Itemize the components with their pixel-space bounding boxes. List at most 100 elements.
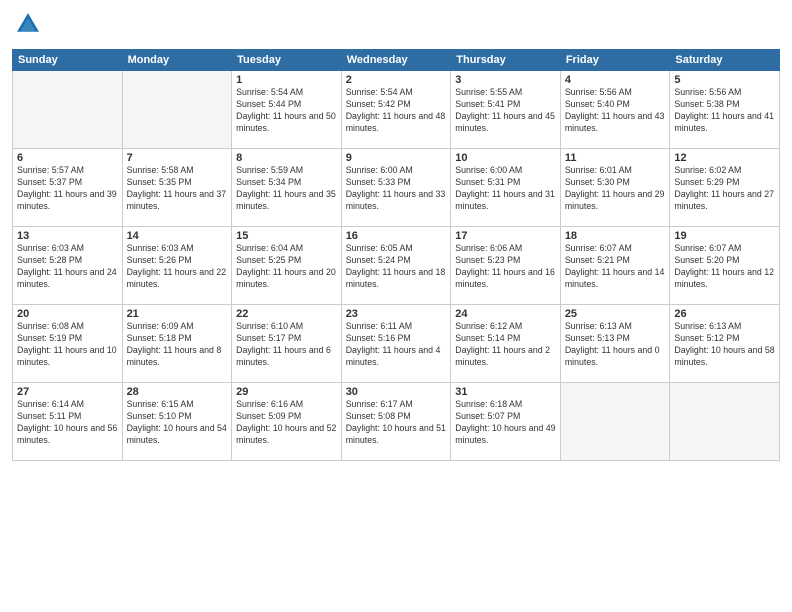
weekday-thursday: Thursday (451, 50, 561, 71)
week-row-5: 27Sunrise: 6:14 AMSunset: 5:11 PMDayligh… (13, 383, 780, 461)
weekday-friday: Friday (560, 50, 670, 71)
calendar-cell (122, 71, 232, 149)
calendar-cell: 8Sunrise: 5:59 AMSunset: 5:34 PMDaylight… (232, 149, 342, 227)
week-row-2: 6Sunrise: 5:57 AMSunset: 5:37 PMDaylight… (13, 149, 780, 227)
calendar-cell: 11Sunrise: 6:01 AMSunset: 5:30 PMDayligh… (560, 149, 670, 227)
calendar-cell: 29Sunrise: 6:16 AMSunset: 5:09 PMDayligh… (232, 383, 342, 461)
day-number: 8 (236, 152, 337, 164)
day-number: 24 (455, 308, 556, 320)
day-number: 2 (346, 74, 447, 86)
calendar-cell: 24Sunrise: 6:12 AMSunset: 5:14 PMDayligh… (451, 305, 561, 383)
day-number: 29 (236, 386, 337, 398)
day-info: Sunrise: 5:56 AMSunset: 5:38 PMDaylight:… (674, 87, 775, 135)
day-info: Sunrise: 6:01 AMSunset: 5:30 PMDaylight:… (565, 165, 666, 213)
calendar-cell: 15Sunrise: 6:04 AMSunset: 5:25 PMDayligh… (232, 227, 342, 305)
day-number: 6 (17, 152, 118, 164)
calendar-cell: 22Sunrise: 6:10 AMSunset: 5:17 PMDayligh… (232, 305, 342, 383)
calendar-cell: 2Sunrise: 5:54 AMSunset: 5:42 PMDaylight… (341, 71, 451, 149)
day-info: Sunrise: 6:03 AMSunset: 5:26 PMDaylight:… (127, 243, 228, 291)
day-info: Sunrise: 6:00 AMSunset: 5:33 PMDaylight:… (346, 165, 447, 213)
day-number: 12 (674, 152, 775, 164)
calendar-cell: 21Sunrise: 6:09 AMSunset: 5:18 PMDayligh… (122, 305, 232, 383)
day-number: 11 (565, 152, 666, 164)
day-number: 15 (236, 230, 337, 242)
day-number: 18 (565, 230, 666, 242)
weekday-monday: Monday (122, 50, 232, 71)
week-row-4: 20Sunrise: 6:08 AMSunset: 5:19 PMDayligh… (13, 305, 780, 383)
calendar-cell: 31Sunrise: 6:18 AMSunset: 5:07 PMDayligh… (451, 383, 561, 461)
logo-icon (14, 10, 42, 38)
day-number: 28 (127, 386, 228, 398)
weekday-header-row: SundayMondayTuesdayWednesdayThursdayFrid… (13, 50, 780, 71)
day-number: 14 (127, 230, 228, 242)
day-info: Sunrise: 6:00 AMSunset: 5:31 PMDaylight:… (455, 165, 556, 213)
day-info: Sunrise: 6:16 AMSunset: 5:09 PMDaylight:… (236, 399, 337, 447)
day-number: 22 (236, 308, 337, 320)
calendar-cell: 13Sunrise: 6:03 AMSunset: 5:28 PMDayligh… (13, 227, 123, 305)
day-info: Sunrise: 6:06 AMSunset: 5:23 PMDaylight:… (455, 243, 556, 291)
day-info: Sunrise: 5:59 AMSunset: 5:34 PMDaylight:… (236, 165, 337, 213)
calendar-cell: 5Sunrise: 5:56 AMSunset: 5:38 PMDaylight… (670, 71, 780, 149)
calendar-cell: 20Sunrise: 6:08 AMSunset: 5:19 PMDayligh… (13, 305, 123, 383)
day-number: 23 (346, 308, 447, 320)
day-info: Sunrise: 6:13 AMSunset: 5:12 PMDaylight:… (674, 321, 775, 369)
day-info: Sunrise: 6:07 AMSunset: 5:21 PMDaylight:… (565, 243, 666, 291)
header (12, 10, 780, 43)
weekday-tuesday: Tuesday (232, 50, 342, 71)
day-info: Sunrise: 6:15 AMSunset: 5:10 PMDaylight:… (127, 399, 228, 447)
day-info: Sunrise: 6:07 AMSunset: 5:20 PMDaylight:… (674, 243, 775, 291)
calendar-cell: 12Sunrise: 6:02 AMSunset: 5:29 PMDayligh… (670, 149, 780, 227)
day-info: Sunrise: 6:04 AMSunset: 5:25 PMDaylight:… (236, 243, 337, 291)
day-info: Sunrise: 6:05 AMSunset: 5:24 PMDaylight:… (346, 243, 447, 291)
weekday-wednesday: Wednesday (341, 50, 451, 71)
calendar-cell: 10Sunrise: 6:00 AMSunset: 5:31 PMDayligh… (451, 149, 561, 227)
logo (12, 10, 42, 43)
calendar-cell: 19Sunrise: 6:07 AMSunset: 5:20 PMDayligh… (670, 227, 780, 305)
calendar-table: SundayMondayTuesdayWednesdayThursdayFrid… (12, 49, 780, 461)
day-number: 1 (236, 74, 337, 86)
calendar-cell: 25Sunrise: 6:13 AMSunset: 5:13 PMDayligh… (560, 305, 670, 383)
day-number: 13 (17, 230, 118, 242)
calendar-cell: 30Sunrise: 6:17 AMSunset: 5:08 PMDayligh… (341, 383, 451, 461)
calendar-cell: 27Sunrise: 6:14 AMSunset: 5:11 PMDayligh… (13, 383, 123, 461)
day-info: Sunrise: 6:03 AMSunset: 5:28 PMDaylight:… (17, 243, 118, 291)
calendar-cell (670, 383, 780, 461)
day-info: Sunrise: 6:08 AMSunset: 5:19 PMDaylight:… (17, 321, 118, 369)
day-number: 3 (455, 74, 556, 86)
day-number: 19 (674, 230, 775, 242)
day-info: Sunrise: 5:58 AMSunset: 5:35 PMDaylight:… (127, 165, 228, 213)
day-info: Sunrise: 5:56 AMSunset: 5:40 PMDaylight:… (565, 87, 666, 135)
day-number: 7 (127, 152, 228, 164)
day-number: 17 (455, 230, 556, 242)
day-info: Sunrise: 6:12 AMSunset: 5:14 PMDaylight:… (455, 321, 556, 369)
weekday-saturday: Saturday (670, 50, 780, 71)
day-info: Sunrise: 6:17 AMSunset: 5:08 PMDaylight:… (346, 399, 447, 447)
day-info: Sunrise: 5:54 AMSunset: 5:42 PMDaylight:… (346, 87, 447, 135)
day-number: 5 (674, 74, 775, 86)
calendar-cell: 7Sunrise: 5:58 AMSunset: 5:35 PMDaylight… (122, 149, 232, 227)
calendar-cell: 6Sunrise: 5:57 AMSunset: 5:37 PMDaylight… (13, 149, 123, 227)
day-info: Sunrise: 6:14 AMSunset: 5:11 PMDaylight:… (17, 399, 118, 447)
day-info: Sunrise: 6:11 AMSunset: 5:16 PMDaylight:… (346, 321, 447, 369)
day-info: Sunrise: 6:13 AMSunset: 5:13 PMDaylight:… (565, 321, 666, 369)
day-number: 4 (565, 74, 666, 86)
calendar-cell: 9Sunrise: 6:00 AMSunset: 5:33 PMDaylight… (341, 149, 451, 227)
day-number: 16 (346, 230, 447, 242)
day-number: 9 (346, 152, 447, 164)
day-number: 31 (455, 386, 556, 398)
calendar-cell: 28Sunrise: 6:15 AMSunset: 5:10 PMDayligh… (122, 383, 232, 461)
week-row-3: 13Sunrise: 6:03 AMSunset: 5:28 PMDayligh… (13, 227, 780, 305)
calendar-cell: 1Sunrise: 5:54 AMSunset: 5:44 PMDaylight… (232, 71, 342, 149)
week-row-1: 1Sunrise: 5:54 AMSunset: 5:44 PMDaylight… (13, 71, 780, 149)
calendar-cell: 23Sunrise: 6:11 AMSunset: 5:16 PMDayligh… (341, 305, 451, 383)
day-number: 10 (455, 152, 556, 164)
calendar-cell (13, 71, 123, 149)
day-info: Sunrise: 5:54 AMSunset: 5:44 PMDaylight:… (236, 87, 337, 135)
calendar-cell: 18Sunrise: 6:07 AMSunset: 5:21 PMDayligh… (560, 227, 670, 305)
calendar-cell: 17Sunrise: 6:06 AMSunset: 5:23 PMDayligh… (451, 227, 561, 305)
calendar-cell: 16Sunrise: 6:05 AMSunset: 5:24 PMDayligh… (341, 227, 451, 305)
day-info: Sunrise: 6:10 AMSunset: 5:17 PMDaylight:… (236, 321, 337, 369)
day-info: Sunrise: 6:02 AMSunset: 5:29 PMDaylight:… (674, 165, 775, 213)
calendar-cell: 26Sunrise: 6:13 AMSunset: 5:12 PMDayligh… (670, 305, 780, 383)
day-info: Sunrise: 6:18 AMSunset: 5:07 PMDaylight:… (455, 399, 556, 447)
